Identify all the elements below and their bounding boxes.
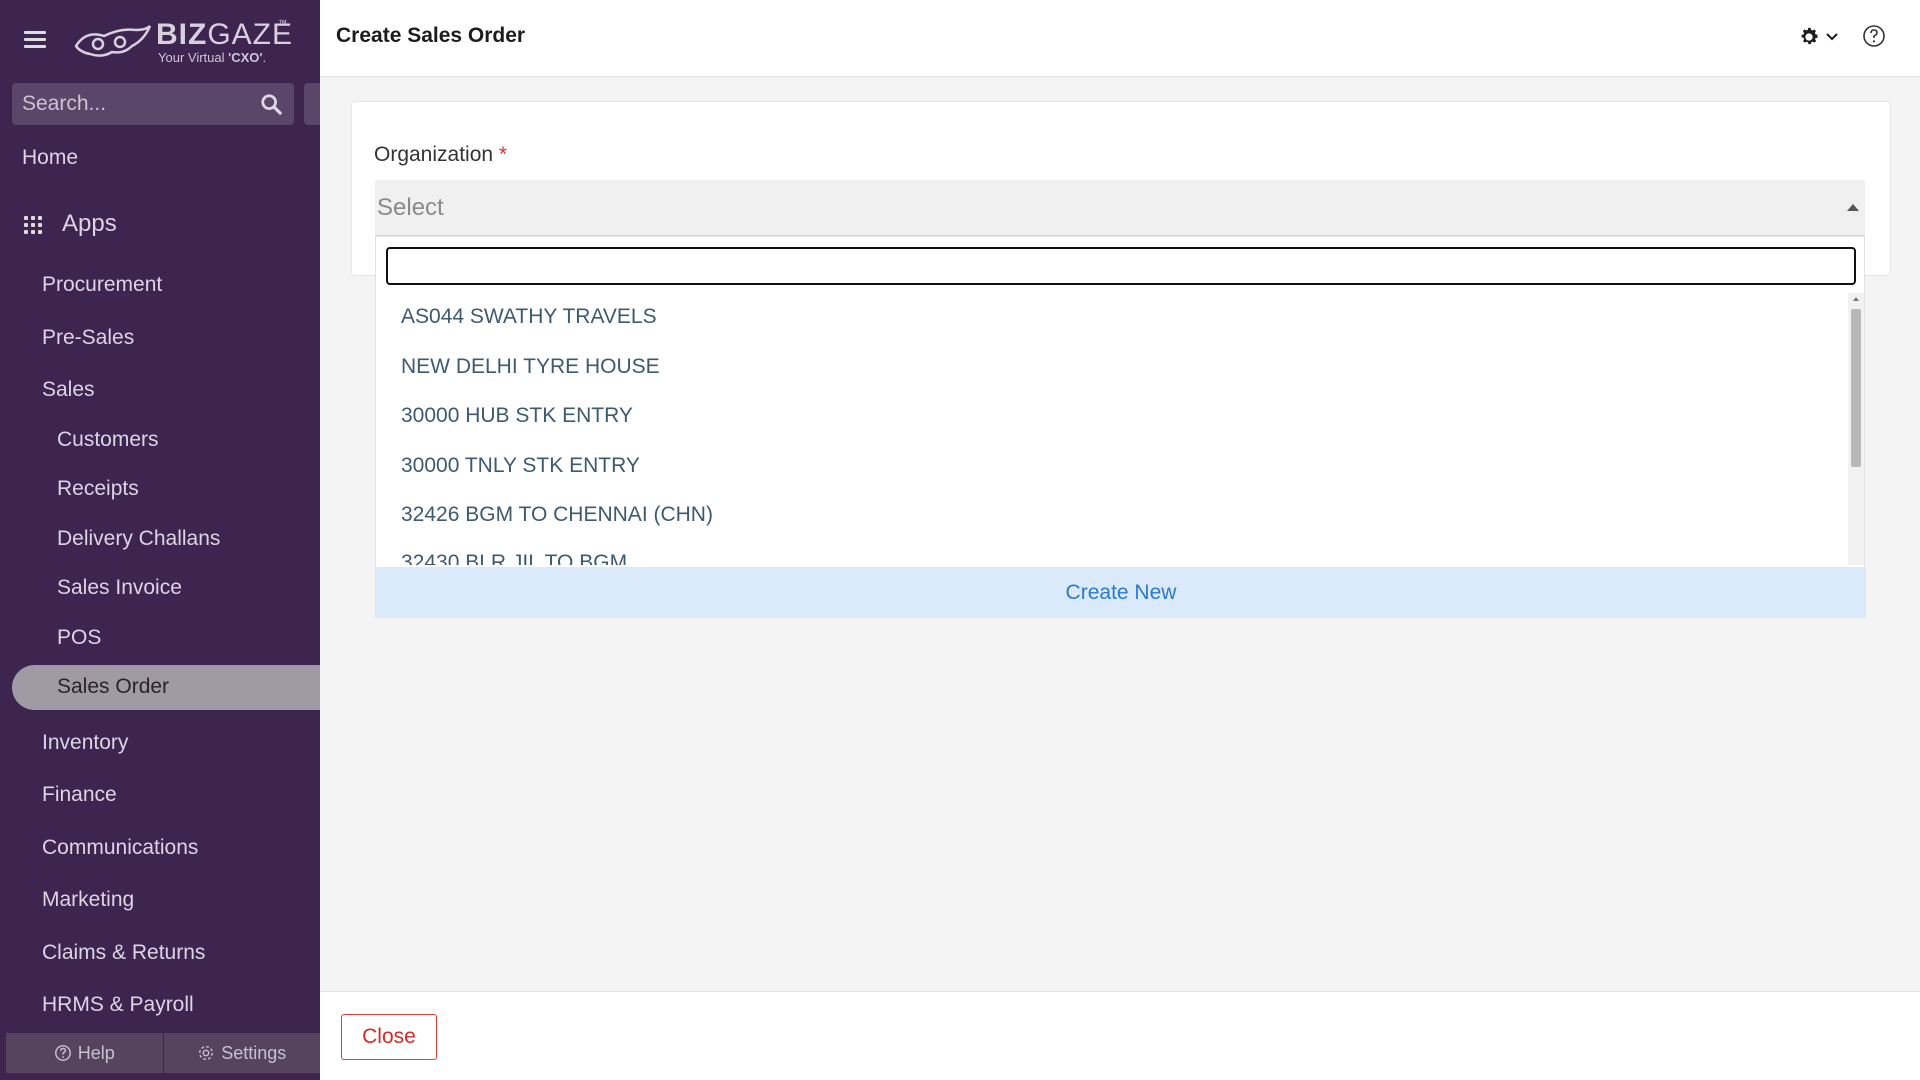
sidebar-item-receipts[interactable]: Receipts (57, 477, 139, 501)
dropdown-option[interactable]: NEW DELHI TYRE HOUSE (401, 355, 660, 379)
help-button[interactable]: Help (6, 1033, 163, 1073)
sidebar-item-sales-order[interactable]: Sales Order (57, 675, 169, 699)
owl-logo-icon (74, 25, 152, 57)
sidebar-item-inventory[interactable]: Inventory (42, 731, 128, 755)
gear-outline-icon (199, 1045, 214, 1061)
sidebar-item-sales-invoice[interactable]: Sales Invoice (57, 576, 182, 600)
apps-grid-icon (24, 216, 44, 236)
help-label: Help (77, 1042, 115, 1063)
required-mark: * (498, 143, 508, 166)
logo-tagline: Your Virtual 'CXO'. (158, 50, 267, 65)
dropdown-option[interactable]: 32430 BLR JIL TO BGM (401, 551, 627, 565)
sidebar-item-delivery-challans[interactable]: Delivery Challans (57, 527, 220, 551)
question-circle-icon (54, 1045, 71, 1061)
organization-dropdown: AS044 SWATHY TRAVELS NEW DELHI TYRE HOUS… (375, 236, 1866, 618)
organization-label: Organization * (374, 143, 508, 166)
sidebar-item-communications[interactable]: Communications (42, 836, 198, 860)
dropdown-options-list: AS044 SWATHY TRAVELS NEW DELHI TYRE HOUS… (376, 293, 1848, 565)
sidebar-item-home[interactable]: Home (22, 146, 78, 170)
organization-select-placeholder: Select (377, 194, 444, 221)
logo-trademark: ™ (278, 18, 287, 28)
sidebar-search (12, 83, 294, 125)
bizgaze-logo[interactable]: BIZGAZE ™ Your Virtual 'CXO'. (74, 18, 294, 68)
gear-icon[interactable] (1798, 26, 1820, 48)
sidebar-item-hrms-payroll[interactable]: HRMS & Payroll (42, 993, 194, 1017)
dropdown-search-input[interactable] (386, 247, 1856, 285)
help-circle-icon[interactable] (1862, 24, 1886, 48)
scrollbar-thumb[interactable] (1851, 309, 1861, 467)
sidebar: BIZGAZE ™ Your Virtual 'CXO'. Home Apps … (0, 0, 320, 1080)
sidebar-item-finance[interactable]: Finance (42, 783, 117, 807)
close-button[interactable]: Close (341, 1014, 437, 1060)
sidebar-item-apps[interactable]: Apps (62, 210, 117, 238)
sidebar-item-pos[interactable]: POS (57, 626, 101, 650)
sidebar-item-pre-sales[interactable]: Pre-Sales (42, 326, 134, 350)
sidebar-footer: Help Settings (6, 1033, 320, 1073)
caret-up-icon (1847, 204, 1859, 211)
create-new-button[interactable]: Create New (376, 567, 1866, 618)
logo-wordmark: BIZGAZE (156, 18, 294, 51)
settings-label: Settings (221, 1042, 287, 1063)
chevron-down-icon[interactable] (1826, 32, 1838, 42)
scroll-up-arrow-icon[interactable] (1853, 297, 1859, 301)
settings-button[interactable]: Settings (162, 1033, 321, 1073)
top-bar: Create Sales Order (320, 0, 1920, 77)
page-footer: Close (320, 991, 1920, 1080)
sidebar-search-input[interactable] (20, 83, 250, 125)
sidebar-item-customers[interactable]: Customers (57, 428, 159, 452)
page-title: Create Sales Order (336, 24, 526, 47)
search-side-button[interactable] (304, 83, 320, 125)
sidebar-item-procurement[interactable]: Procurement (42, 273, 162, 297)
dropdown-option[interactable]: AS044 SWATHY TRAVELS (401, 305, 657, 329)
sidebar-item-claims-returns[interactable]: Claims & Returns (42, 941, 205, 965)
sidebar-item-marketing[interactable]: Marketing (42, 888, 134, 912)
dropdown-option[interactable]: 30000 HUB STK ENTRY (401, 404, 633, 428)
search-icon[interactable] (260, 93, 282, 115)
dropdown-option[interactable]: 32426 BGM TO CHENNAI (CHN) (401, 503, 713, 527)
hamburger-menu-icon[interactable] (24, 31, 46, 49)
organization-select[interactable]: Select (375, 180, 1865, 236)
sidebar-item-sales[interactable]: Sales (42, 378, 95, 402)
dropdown-option[interactable]: 30000 TNLY STK ENTRY (401, 454, 640, 478)
dropdown-scrollbar[interactable] (1848, 293, 1864, 565)
